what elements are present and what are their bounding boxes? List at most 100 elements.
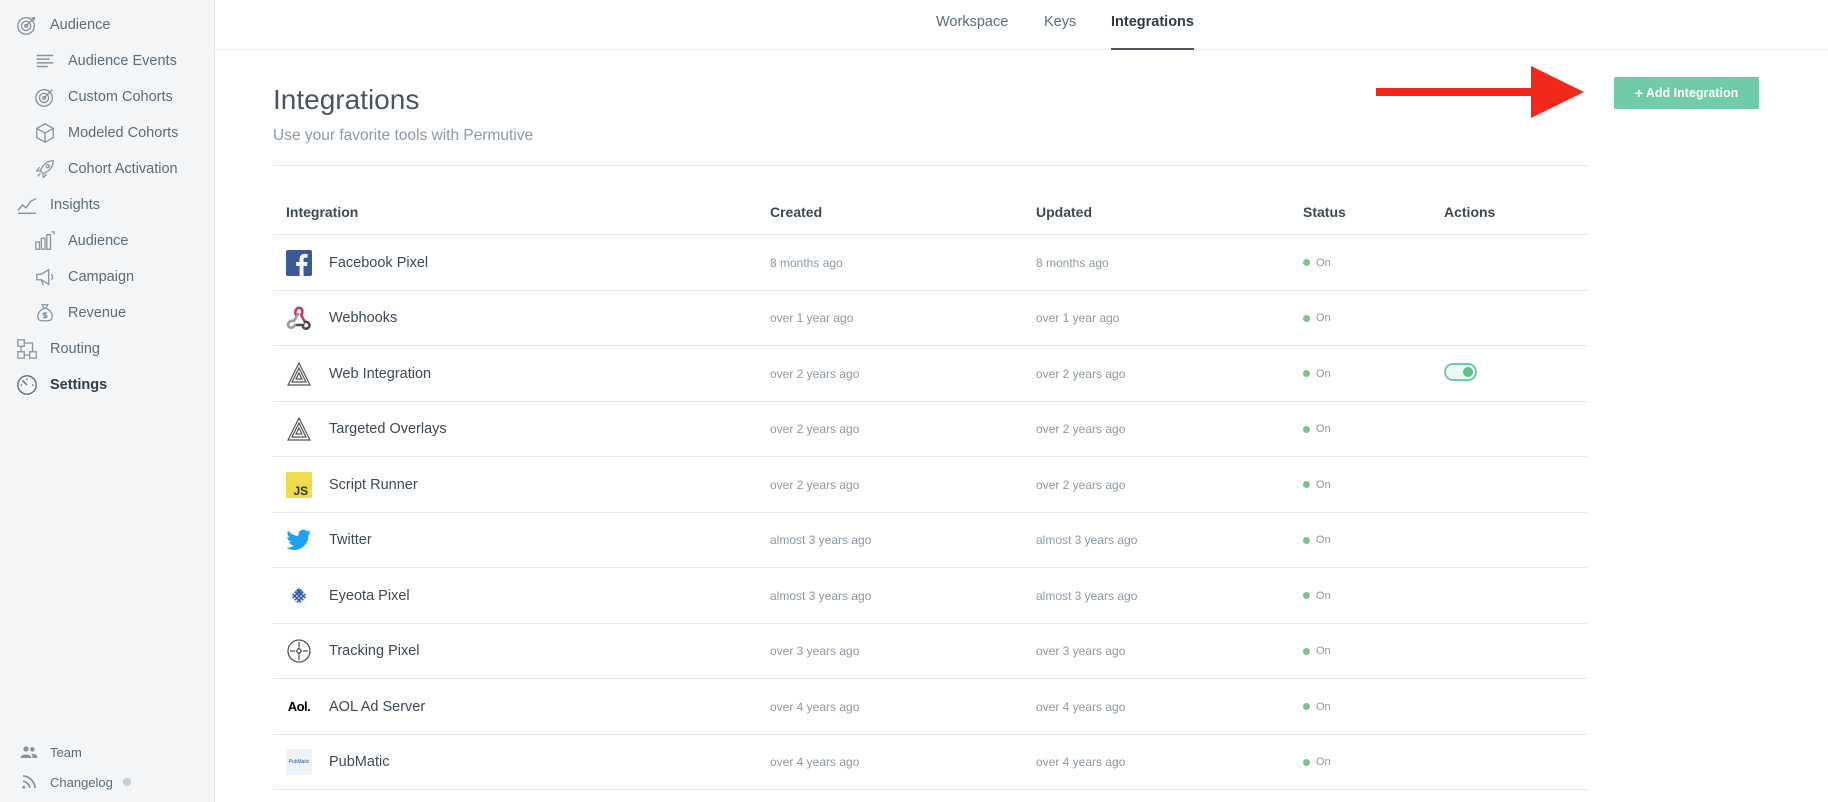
table-row[interactable]: Tracking Pixel over 3 years ago over 3 y… [273, 624, 1588, 679]
updated-cell: almost 3 years ago [1036, 533, 1138, 547]
integrations-table: Integration Created Updated Status Actio… [273, 190, 1588, 790]
rss-icon [20, 773, 38, 791]
permutive-logo-icon [286, 416, 312, 442]
column-header-integration[interactable]: Integration [286, 204, 358, 220]
page-title: Integrations [273, 84, 420, 115]
status-dot-icon [1303, 259, 1310, 266]
updated-cell: over 3 years ago [1036, 644, 1126, 658]
integration-name[interactable]: Script Runner [329, 477, 418, 493]
integration-name[interactable]: Targeted Overlays [329, 421, 447, 437]
enable-toggle[interactable] [1444, 362, 1477, 381]
created-cell: 8 months ago [770, 255, 843, 270]
sidebar-item-changelog[interactable]: Changelog [20, 773, 131, 791]
column-header-updated[interactable]: Updated [1036, 204, 1092, 220]
sidebar: Audience Audience Events Custom Cohorts … [0, 0, 215, 802]
add-integration-button[interactable]: + Add Integration [1614, 77, 1759, 109]
sidebar-item-audience[interactable]: Audience [16, 14, 110, 36]
add-integration-label: Add Integration [1645, 86, 1739, 100]
status-dot-icon [1303, 536, 1310, 544]
sidebar-item-team[interactable]: Team [20, 743, 82, 761]
table-row[interactable]: Webhooks over 1 year ago over 1 year ago… [273, 291, 1588, 346]
plus-icon: + [1634, 85, 1643, 101]
updated-cell: 8 months ago [1036, 255, 1109, 270]
integration-name-cell: Targeted Overlays [286, 402, 447, 457]
sidebar-item-label: Insights [50, 197, 100, 213]
status-badge: On [1303, 235, 1331, 290]
unread-indicator [122, 778, 131, 786]
tab-integrations[interactable]: Integrations [1111, 0, 1194, 50]
integration-name-cell: Tracking Pixel [286, 624, 420, 679]
sidebar-item-revenue[interactable]: Revenue [34, 302, 126, 324]
trend-icon [16, 194, 38, 216]
table-row[interactable]: Eyeota Pixel almost 3 years ago almost 3… [273, 568, 1588, 624]
table-row[interactable]: Twitter almost 3 years ago almost 3 year… [273, 513, 1588, 568]
sidebar-item-label: Audience [50, 17, 111, 33]
status-text: On [1316, 423, 1331, 435]
status-badge: On [1303, 457, 1331, 512]
sidebar-item-campaign[interactable]: Campaign [34, 266, 134, 288]
page-subtitle: Use your favorite tools with Permutive [273, 127, 534, 144]
sidebar-item-label: Audience [68, 233, 129, 249]
integration-name[interactable]: Eyeota Pixel [329, 588, 410, 604]
tab-keys[interactable]: Keys [1044, 0, 1076, 50]
sidebar-item-custom-cohorts[interactable]: Custom Cohorts [34, 86, 173, 108]
sidebar-item-label: Custom Cohorts [68, 89, 173, 105]
updated-cell: over 4 years ago [1036, 699, 1126, 714]
created-cell: over 4 years ago [770, 755, 860, 769]
actions-cell [1444, 346, 1477, 397]
bar-chart-icon [34, 230, 56, 252]
integration-name[interactable]: Facebook Pixel [329, 255, 428, 271]
integration-name-cell: Webhooks [286, 291, 397, 346]
table-row[interactable]: JS Script Runner over 2 years ago over 2… [273, 457, 1588, 513]
sidebar-item-label: Changelog [50, 774, 113, 790]
status-text: On [1316, 589, 1331, 602]
table-row[interactable]: Aol. AOL Ad Server over 4 years ago over… [273, 679, 1588, 735]
created-cell: almost 3 years ago [770, 588, 872, 603]
table-row[interactable]: Facebook Pixel 8 months ago 8 months ago… [273, 235, 1588, 291]
status-badge: On [1303, 402, 1331, 457]
status-text: On [1316, 367, 1331, 380]
integration-name[interactable]: Tracking Pixel [329, 643, 420, 659]
created-cell: over 2 years ago [770, 422, 860, 436]
integration-name[interactable]: AOL Ad Server [329, 699, 425, 715]
sidebar-item-audience-events[interactable]: Audience Events [34, 50, 177, 72]
list-icon [34, 50, 56, 72]
table-header: Integration Created Updated Status Actio… [273, 190, 1588, 235]
sidebar-item-label: Revenue [68, 305, 127, 321]
sidebar-item-label: Settings [50, 377, 108, 393]
aol-logo-text: Aol. [287, 699, 311, 714]
updated-cell: over 1 year ago [1036, 311, 1120, 325]
status-text: On [1316, 645, 1331, 657]
sidebar-item-label: Team [50, 744, 82, 760]
sidebar-item-routing[interactable]: Routing [16, 338, 100, 360]
top-tabs: Workspace Keys Integrations [215, 0, 1828, 50]
column-header-status[interactable]: Status [1303, 204, 1346, 220]
sidebar-item-label: Routing [50, 341, 100, 357]
integration-name-cell: Web Integration [286, 346, 431, 401]
column-header-created[interactable]: Created [770, 204, 822, 220]
table-row[interactable]: PubMatic PubMatic over 4 years ago over … [273, 735, 1588, 790]
sidebar-item-insights-audience[interactable]: Audience [34, 230, 128, 252]
integration-name[interactable]: Twitter [329, 532, 372, 548]
sidebar-item-settings[interactable]: Settings [16, 374, 107, 396]
eyeota-logo-icon [286, 583, 312, 609]
integration-name-cell: Aol. AOL Ad Server [286, 679, 425, 734]
sidebar-item-cohort-activation[interactable]: Cohort Activation [34, 158, 178, 180]
table-row[interactable]: Targeted Overlays over 2 years ago over … [273, 402, 1588, 457]
target-icon [16, 14, 38, 36]
tab-workspace[interactable]: Workspace [936, 0, 1008, 50]
sidebar-item-insights[interactable]: Insights [16, 194, 100, 216]
sidebar-item-modeled-cohorts[interactable]: Modeled Cohorts [34, 122, 178, 144]
integration-name[interactable]: Webhooks [329, 310, 397, 326]
table-row[interactable]: Web Integration over 2 years ago over 2 … [273, 346, 1588, 402]
status-dot-icon [1303, 481, 1310, 488]
updated-cell: over 2 years ago [1036, 422, 1126, 436]
js-logo-icon: JS [286, 471, 312, 498]
status-badge: On [1303, 346, 1331, 401]
integration-name[interactable]: Web Integration [329, 366, 431, 382]
integration-name[interactable]: PubMatic [329, 754, 389, 770]
integration-name-cell: JS Script Runner [286, 457, 418, 512]
crosshair-logo-icon [286, 638, 312, 664]
status-badge: On [1303, 735, 1331, 790]
integration-name-cell: Eyeota Pixel [286, 568, 410, 623]
